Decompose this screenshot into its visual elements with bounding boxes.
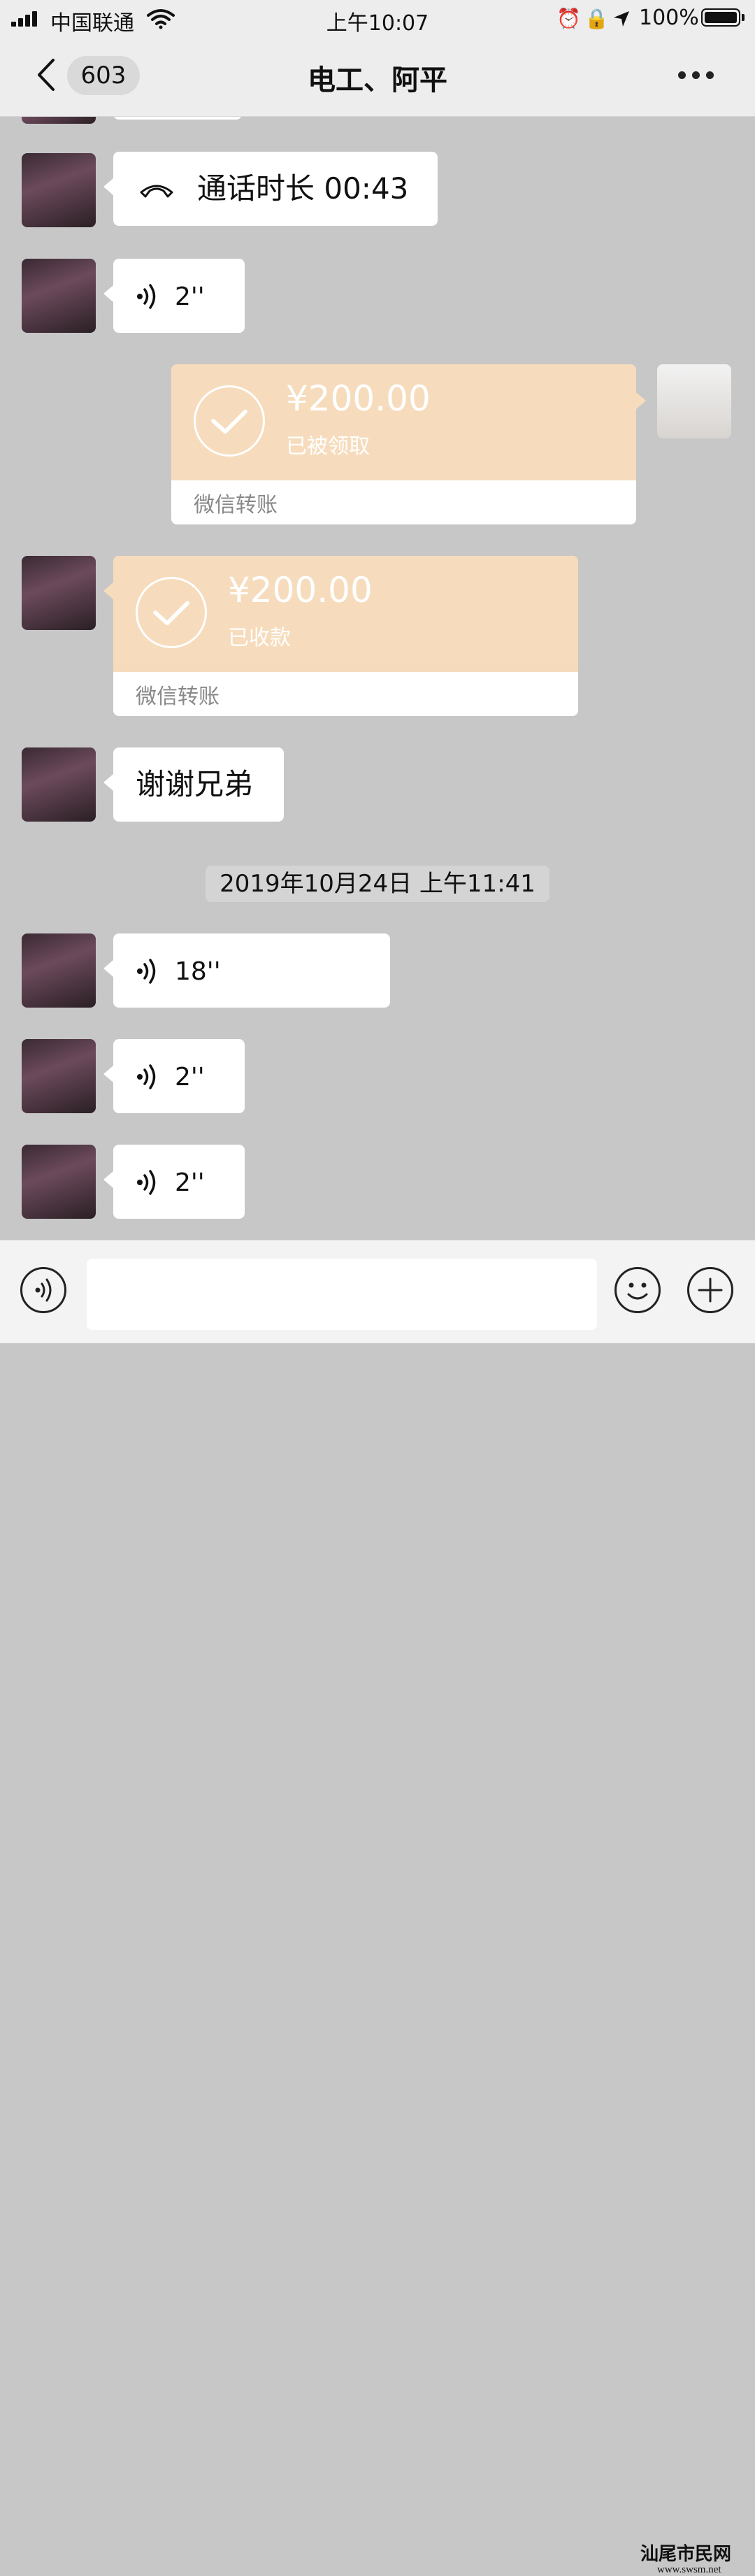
voice-duration: 2'': [175, 282, 205, 311]
voice-message-bubble[interactable]: 18'': [103, 933, 390, 1008]
contact-avatar[interactable]: [22, 747, 96, 822]
chat-header: 603 电工、阿平: [0, 36, 755, 117]
status-bar: 中国联通 上午10:07 ⏰ 🔒 100%: [0, 0, 755, 36]
voice-duration: 2'': [175, 1063, 205, 1092]
battery-cap: [742, 14, 745, 21]
voice-wave-icon: [137, 1064, 156, 1089]
contact-avatar[interactable]: [22, 933, 96, 1008]
voice-duration: 18'': [175, 957, 221, 986]
plus-icon: [698, 1278, 723, 1303]
location-icon: [614, 11, 629, 27]
check-mark-icon: [153, 601, 189, 626]
check-icon: [136, 577, 207, 648]
contact-avatar[interactable]: [22, 259, 96, 333]
voice-wave-icon: [35, 1278, 52, 1302]
message-bubble[interactable]: [113, 117, 242, 120]
voice-message-bubble[interactable]: 2'': [103, 1145, 245, 1219]
transfer-card-top: ¥200.00 已收款: [113, 556, 578, 672]
voice-message-bubble[interactable]: 2'': [103, 259, 245, 333]
contact-avatar[interactable]: [22, 1145, 96, 1219]
transfer-card-tail: [626, 366, 646, 440]
watermark-url: www.swsm.net: [657, 2564, 721, 2575]
transfer-card-received[interactable]: ¥200.00 已收款 微信转账: [113, 556, 578, 716]
voice-duration: 2'': [175, 1168, 205, 1197]
transfer-card-tail: [103, 582, 113, 599]
alarm-icon: ⏰: [556, 7, 581, 30]
rotation-lock-icon: 🔒: [584, 7, 609, 30]
contact-avatar[interactable]: [22, 153, 96, 227]
voice-wave-icon: [137, 959, 156, 984]
voice-input-button[interactable]: [20, 1267, 66, 1313]
check-mark-icon: [211, 409, 247, 434]
transfer-label: 微信转账: [194, 493, 278, 517]
check-icon: [194, 385, 265, 457]
transfer-status: 已收款: [228, 626, 291, 650]
watermark-logo-text: 汕尾市民网: [640, 2544, 732, 2564]
chat-title: 电工、阿平: [308, 64, 447, 96]
message-list[interactable]: 通话时长 00:43 2'' ¥200.00 已被领取 微信转账 ¥200.00…: [0, 117, 755, 1240]
my-avatar[interactable]: [657, 364, 731, 438]
call-message-bubble[interactable]: 通话时长 00:43: [103, 152, 438, 226]
input-bar: 汕尾市民网 www.swsm.net: [0, 1240, 755, 2575]
contact-avatar[interactable]: [22, 117, 96, 124]
phone-icon: [140, 185, 173, 198]
message-input[interactable]: [87, 1259, 597, 1330]
text-message-bubble[interactable]: 谢谢兄弟: [103, 747, 284, 822]
voice-message-bubble[interactable]: 2'': [103, 1039, 245, 1113]
smiley-icon: [627, 1282, 648, 1300]
message-text: 谢谢兄弟: [136, 767, 254, 801]
contact-avatar[interactable]: [22, 1039, 96, 1113]
battery-icon: [701, 8, 740, 27]
emoji-button[interactable]: [614, 1267, 661, 1313]
voice-wave-icon: [137, 284, 156, 309]
call-duration-text: 通话时长 00:43: [197, 171, 409, 206]
contact-avatar[interactable]: [22, 556, 96, 630]
transfer-amount: ¥200.00: [286, 378, 431, 419]
voice-wave-icon: [137, 1170, 156, 1195]
message-timestamp: 2019年10月24日 上午11:41: [206, 866, 549, 902]
transfer-label: 微信转账: [136, 685, 220, 709]
more-functions-button[interactable]: [687, 1267, 733, 1313]
transfer-status: 已被领取: [286, 434, 370, 459]
transfer-amount: ¥200.00: [228, 570, 373, 610]
transfer-card-sent[interactable]: ¥200.00 已被领取 微信转账: [171, 364, 636, 524]
transfer-card-top: ¥200.00 已被领取: [171, 364, 636, 480]
more-options-icon[interactable]: [678, 71, 714, 80]
battery-percent: 100%: [639, 6, 699, 30]
